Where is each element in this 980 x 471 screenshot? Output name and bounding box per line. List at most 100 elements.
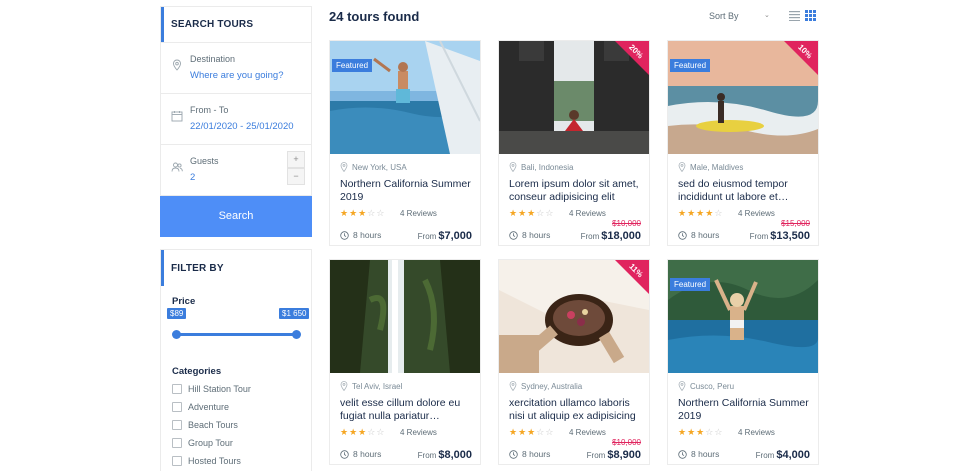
- star-icon: ☆: [536, 208, 546, 218]
- map-pin-icon: [509, 162, 517, 172]
- clock-icon: [678, 230, 687, 240]
- category-label: Hill Station Tour: [188, 384, 251, 394]
- old-price: $15,000: [781, 219, 810, 228]
- price-value: $8,900: [607, 449, 641, 461]
- rating-stars: ★★★☆☆: [340, 427, 385, 438]
- price-slider-track[interactable]: [176, 333, 296, 336]
- tour-price: From $4,000: [756, 449, 810, 461]
- rating-stars: ★★★★☆: [678, 208, 723, 219]
- star-icon: ★: [509, 208, 519, 218]
- from-label: From: [417, 232, 437, 241]
- checkbox[interactable]: [172, 456, 182, 466]
- star-icon: ☆: [376, 208, 386, 218]
- star-icon: ☆: [714, 208, 724, 218]
- location-text: Tel Aviv, Israel: [352, 381, 403, 391]
- checkbox[interactable]: [172, 420, 182, 430]
- tour-title[interactable]: xercitation ullamco laboris nisi ut aliq…: [509, 397, 647, 423]
- star-icon: ★: [358, 427, 368, 437]
- dates-field[interactable]: From - To 22/01/2020 - 25/01/2020: [161, 94, 311, 145]
- tour-card[interactable]: Featured 10% Male, Maldives sed do eiusmod …: [667, 40, 819, 246]
- star-icon: ★: [696, 208, 706, 218]
- featured-badge: Featured: [332, 59, 373, 72]
- star-icon: ★: [358, 208, 368, 218]
- tour-title[interactable]: velit esse cillum dolore eu fugiat nulla…: [340, 397, 478, 423]
- tour-duration: 8 hours: [509, 449, 550, 459]
- clock-icon: [340, 230, 349, 240]
- star-icon: ☆: [545, 208, 555, 218]
- category-label: Beach Tours: [188, 420, 238, 430]
- search-tours-title: SEARCH TOURS: [161, 7, 311, 42]
- star-icon: ★: [696, 427, 706, 437]
- guests-field[interactable]: Guests 2 + −: [161, 145, 311, 195]
- tour-location: Tel Aviv, Israel: [340, 381, 402, 391]
- guests-plus-button[interactable]: +: [287, 151, 305, 168]
- guests-label: Guests: [190, 156, 219, 166]
- tour-image[interactable]: [330, 41, 480, 154]
- tour-price: From $8,000: [418, 449, 472, 461]
- destination-field[interactable]: Destination Where are you going?: [161, 43, 311, 94]
- category-checkbox-item[interactable]: Beach Tours: [172, 420, 238, 430]
- review-count: 4 Reviews: [400, 428, 437, 437]
- tour-image[interactable]: [330, 260, 480, 373]
- star-icon: ★: [340, 208, 350, 218]
- list-view-icon[interactable]: [789, 10, 800, 21]
- guests-minus-button[interactable]: −: [287, 168, 305, 185]
- guests-input[interactable]: 2: [190, 172, 195, 183]
- tour-card[interactable]: 20% Bali, Indonesia Lorem ipsum dolor sit …: [498, 40, 650, 246]
- grid-view-icon[interactable]: [805, 10, 816, 21]
- filter-by-title: FILTER BY: [161, 250, 311, 286]
- star-icon: ★: [678, 427, 688, 437]
- checkbox[interactable]: [172, 384, 182, 394]
- category-checkbox-item[interactable]: Adventure: [172, 402, 229, 412]
- tour-location: New York, USA: [340, 162, 407, 172]
- tour-title[interactable]: Northern California Summer 2019: [340, 178, 478, 204]
- dates-label: From - To: [190, 105, 229, 115]
- star-icon: ★: [678, 208, 688, 218]
- location-text: Cusco, Peru: [690, 381, 735, 391]
- tour-card[interactable]: 11% Sydney, Australia xercitation ullamco …: [498, 259, 650, 465]
- tour-card[interactable]: Featured Cusco, Peru Northern California S…: [667, 259, 819, 465]
- price-value: $18,000: [601, 230, 641, 242]
- category-checkbox-item[interactable]: Group Tour: [172, 438, 233, 448]
- price-slider-max-handle[interactable]: [292, 330, 301, 339]
- tour-title[interactable]: Northern California Summer 2019: [678, 397, 816, 423]
- categories-heading: Categories: [172, 366, 222, 377]
- chevron-down-icon[interactable]: ⌄: [764, 11, 770, 19]
- price-max-badge: $1 650: [279, 308, 310, 319]
- category-checkbox-item[interactable]: Hosted Tours: [172, 456, 241, 466]
- checkbox[interactable]: [172, 402, 182, 412]
- price-value: $4,000: [776, 449, 810, 461]
- from-label: From: [586, 451, 606, 460]
- from-label: From: [755, 451, 775, 460]
- star-icon: ★: [518, 427, 528, 437]
- from-label: From: [417, 451, 437, 460]
- tour-duration: 8 hours: [340, 449, 381, 459]
- tour-title[interactable]: Lorem ipsum dolor sit amet, conseur adip…: [509, 178, 647, 204]
- tour-image[interactable]: [668, 260, 818, 373]
- review-count: 4 Reviews: [738, 209, 775, 218]
- destination-input[interactable]: Where are you going?: [190, 70, 283, 81]
- price-slider-min-handle[interactable]: [172, 330, 181, 339]
- tour-card[interactable]: Featured New York, USA Northern California…: [329, 40, 481, 246]
- users-icon: [171, 162, 183, 172]
- star-icon: ☆: [536, 427, 546, 437]
- clock-icon: [340, 449, 349, 459]
- search-button[interactable]: Search: [160, 196, 312, 237]
- category-label: Group Tour: [188, 438, 233, 448]
- map-pin-icon: [173, 59, 181, 71]
- tour-card[interactable]: Tel Aviv, Israel velit esse cillum dolore…: [329, 259, 481, 465]
- tour-duration: 8 hours: [678, 230, 719, 240]
- search-tours-panel: SEARCH TOURS Destination Where are you g…: [160, 6, 312, 196]
- tour-duration: 8 hours: [678, 449, 719, 459]
- dates-input[interactable]: 22/01/2020 - 25/01/2020: [190, 121, 294, 132]
- location-text: Bali, Indonesia: [521, 162, 574, 172]
- category-checkbox-item[interactable]: Hill Station Tour: [172, 384, 251, 394]
- tour-price: From $7,000: [418, 230, 472, 242]
- review-count: 4 Reviews: [738, 428, 775, 437]
- location-text: New York, USA: [352, 162, 407, 172]
- checkbox[interactable]: [172, 438, 182, 448]
- old-price: $10,000: [612, 438, 641, 447]
- sort-by-select[interactable]: Sort By: [709, 11, 739, 21]
- tour-title[interactable]: sed do eiusmod tempor incididunt ut labo…: [678, 178, 816, 204]
- star-icon: ☆: [545, 427, 555, 437]
